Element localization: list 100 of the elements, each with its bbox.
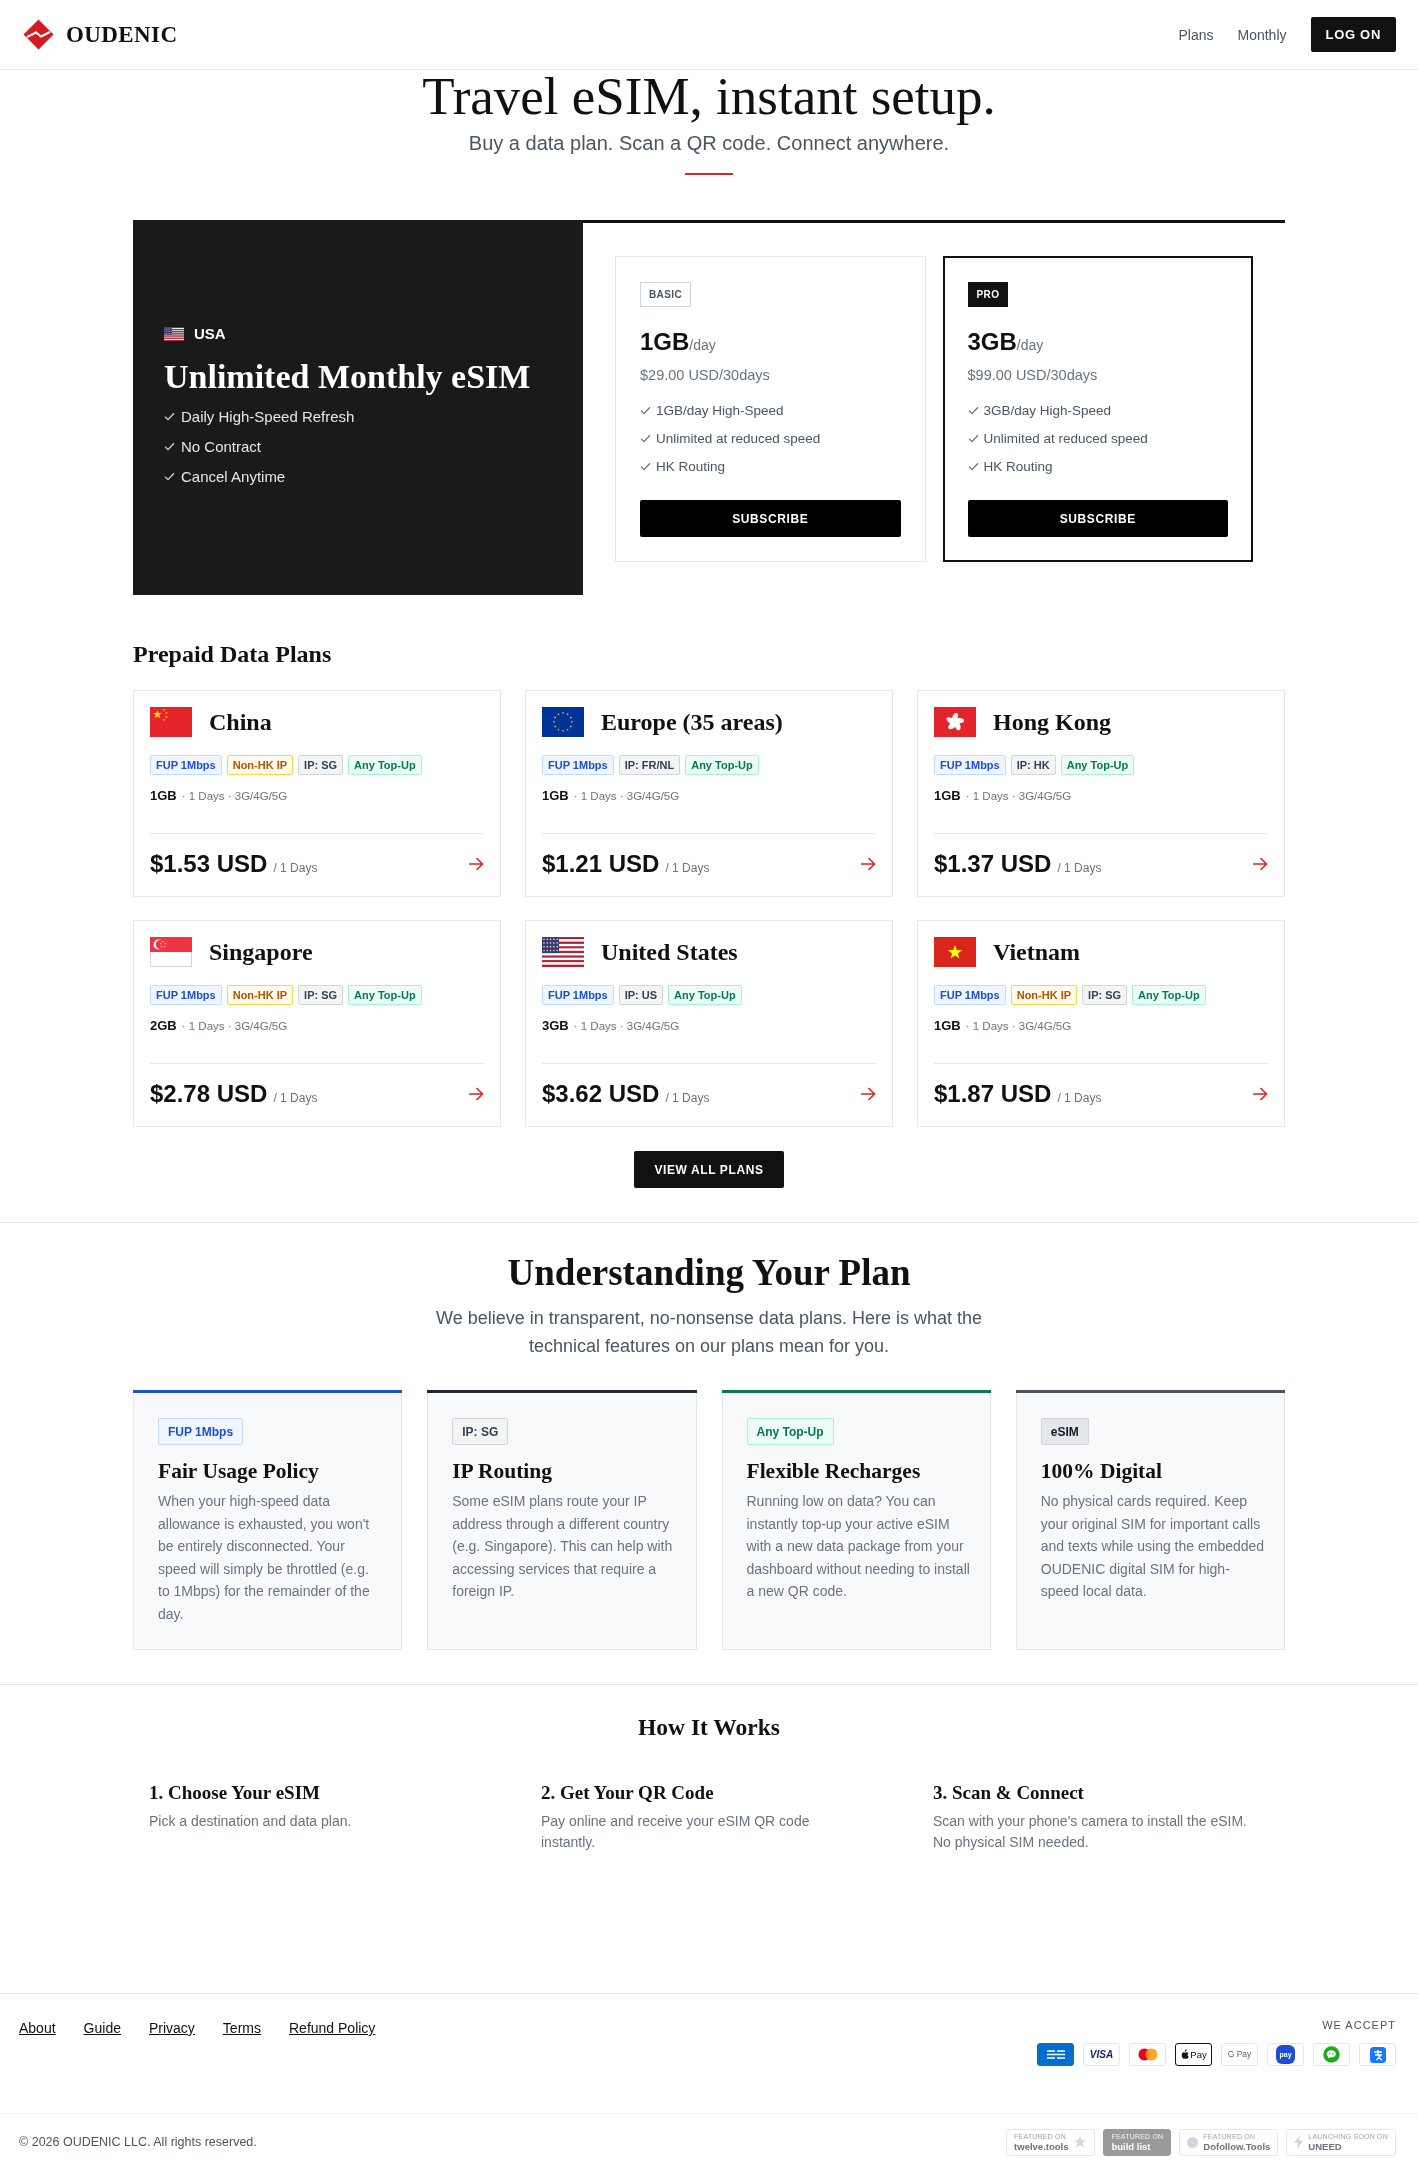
lightning-icon [1294, 2135, 1304, 2149]
flag-icon [934, 707, 976, 737]
circle-logo-icon [1187, 2136, 1199, 2148]
apple-icon [1180, 2049, 1190, 2060]
footer-link[interactable]: Privacy [148, 2020, 195, 2036]
arrow-right-icon [468, 1087, 484, 1101]
check-icon [640, 433, 651, 443]
plan-tag: Any Top-Up [348, 755, 422, 775]
plan-feature: 3GB/day High-Speed [983, 402, 1112, 418]
plan-card[interactable]: Vietnam FUP 1Mbps Non-HK IP IP: SG Any Top-Up 1GB · 1 Days · 3G/4G/5G $1.87 USD / 1 Days [917, 920, 1285, 1127]
plan-details: · 1 Days · 3G/4G/5G [965, 790, 1072, 802]
arrow-right-icon [860, 857, 876, 871]
promo-title: Unlimited Monthly eSIM [164, 356, 532, 397]
perk-text: Daily High-Speed Refresh [181, 408, 355, 425]
nav-link[interactable]: Plans [1178, 26, 1214, 43]
plan-details: · 1 Days · 3G/4G/5G [181, 790, 288, 802]
badge-title: Dofollow.Tools [1203, 2141, 1271, 2152]
step-text: Pick a destination and data plan. [149, 1812, 353, 1831]
country-name: China [209, 708, 272, 736]
plan-tag: Any Top-Up [746, 1418, 834, 1445]
copyright-text: © 2026 OUDENIC LLC. All rights reserved. [19, 2135, 257, 2149]
subscribe-button[interactable]: SUBSCRIBE [967, 500, 1228, 537]
accept-label: WE ACCEPT [1322, 2018, 1396, 2032]
plan-price: $99.00 USD/30days [967, 366, 1099, 385]
check-icon [640, 461, 651, 471]
country-name: Europe (35 areas) [601, 708, 783, 736]
payment-logo-icon [1359, 2043, 1396, 2066]
plan-card[interactable]: United States FUP 1Mbps IP: US Any Top-Up 3GB · 1 Days · 3G/4G/5G $3.62 USD / 1 Days [525, 920, 893, 1127]
data-amount: 2GB [150, 1018, 177, 1033]
section-subtitle: We believe in transparent, no-nonsense data plans. Here is what the technical features on our plans mean for you. [435, 1307, 983, 1358]
country-name: United States [601, 938, 738, 966]
plan-tag: Non-HK IP [1010, 985, 1078, 1005]
info-title: Fair Usage Policy [158, 1458, 319, 1485]
plan-details: · 1 Days · 3G/4G/5G [573, 790, 680, 802]
view-all-button[interactable]: VIEW ALL PLANS [634, 1151, 784, 1188]
info-title: IP Routing [452, 1458, 552, 1485]
plan-feature: HK Routing [983, 458, 1053, 474]
footer-link[interactable]: Guide [83, 2020, 121, 2036]
footer-link[interactable]: About [19, 2020, 56, 2036]
plan-tag: Any Top-Up [348, 985, 422, 1005]
subscribe-button[interactable]: SUBSCRIBE [640, 500, 901, 537]
info-title: 100% Digital [1040, 1458, 1162, 1485]
plan-card[interactable]: Singapore FUP 1Mbps Non-HK IP IP: SG Any Top-Up 2GB · 1 Days · 3G/4G/5G $2.78 USD / 1 Days [133, 920, 501, 1127]
check-icon [640, 405, 651, 415]
plan-tag: Non-HK IP [226, 755, 294, 775]
data-amount: 1GB [542, 788, 569, 803]
plan-price: $2.78 USD [150, 1080, 268, 1108]
data-amount: 3GB [542, 1018, 569, 1033]
flag-icon [150, 937, 192, 967]
info-text: When your high-speed data allowance is exhausted, you won't be entirely disconnected. Your speed will simply be throttled (e.g. to 1Mbps) for the remainder of the day. [158, 1492, 371, 1624]
chat-bubble-icon [1313, 2043, 1350, 2066]
login-button[interactable]: LOG ON [1310, 17, 1396, 52]
data-unit: /day [1016, 337, 1044, 353]
perk-text: No Contract [181, 438, 262, 455]
check-icon [164, 442, 175, 451]
plan-card[interactable]: Hong Kong FUP 1Mbps IP: HK Any Top-Up 1GB · 1 Days · 3G/4G/5G $1.37 USD / 1 Days [917, 690, 1285, 897]
nav-link[interactable]: Monthly [1237, 26, 1287, 43]
plan-tag: FUP 1Mbps [542, 985, 614, 1005]
plan-feature: HK Routing [656, 458, 726, 474]
plan-tag: FUP 1Mbps [542, 755, 614, 775]
overlapping-circles-icon [1129, 2043, 1166, 2066]
logo-icon [23, 19, 54, 50]
plan-tag: Any Top-Up [685, 755, 759, 775]
plan-tag: FUP 1Mbps [158, 1418, 244, 1445]
footer-link[interactable]: Refund Policy [289, 2020, 376, 2036]
plan-feature: Unlimited at reduced speed [656, 430, 821, 446]
plan-tag: Any Top-Up [1060, 755, 1135, 775]
price-period: / 1 Days [1057, 861, 1102, 875]
plan-card[interactable]: China FUP 1Mbps Non-HK IP IP: SG Any Top-Up 1GB · 1 Days · 3G/4G/5G $1.53 USD / 1 Days [133, 690, 501, 897]
plan-tag: IP: SG [1082, 985, 1128, 1005]
plan-tag: eSIM [1040, 1418, 1089, 1445]
plan-card[interactable]: Europe (35 areas) FUP 1Mbps IP: FR/NL Any Top-Up 1GB · 1 Days · 3G/4G/5G $1.21 USD / 1 Days [525, 690, 893, 897]
plan-price: $29.00 USD/30days [640, 366, 771, 385]
plan-tag: IP: SG [298, 985, 344, 1005]
plan-details: · 1 Days · 3G/4G/5G [573, 1020, 680, 1032]
section-title: How It Works [637, 1713, 781, 1741]
country-label: USA [194, 325, 226, 342]
flag-icon [542, 937, 584, 967]
flag-icon [934, 937, 976, 967]
arrow-right-icon [1252, 857, 1268, 871]
plan-price: $1.37 USD [934, 850, 1052, 878]
info-text: Some eSIM plans route your IP address through a different country (e.g. Singapore). This can help with accessing services that require a foreign IP. [452, 1492, 674, 1601]
plan-tag: FUP 1Mbps [934, 755, 1006, 775]
info-text: No physical cards required. Keep your original SIM for important calls and texts while using the embedded OUDENIC digital SIM for high-speed local data. [1040, 1492, 1266, 1601]
check-icon [967, 405, 979, 415]
country-name: Singapore [209, 938, 313, 966]
price-period: / 1 Days [665, 861, 710, 875]
data-unit: /day [689, 337, 716, 353]
flag-icon [164, 326, 184, 341]
footer-link[interactable]: Terms [222, 2020, 261, 2036]
step-title: 3. Scan & Connect [933, 1782, 1085, 1804]
star-icon [1073, 2135, 1088, 2149]
plan-tag: IP: HK [1010, 755, 1056, 775]
plan-tag: Any Top-Up [1132, 985, 1206, 1005]
plan-tag: IP: SG [298, 755, 344, 775]
payment-label: G Pay [1227, 2050, 1252, 2059]
data-amount: 1GB [934, 788, 961, 803]
section-title: Prepaid Data Plans [133, 640, 333, 668]
arrow-right-icon [860, 1087, 876, 1101]
step-title: 1. Choose Your eSIM [149, 1782, 321, 1804]
